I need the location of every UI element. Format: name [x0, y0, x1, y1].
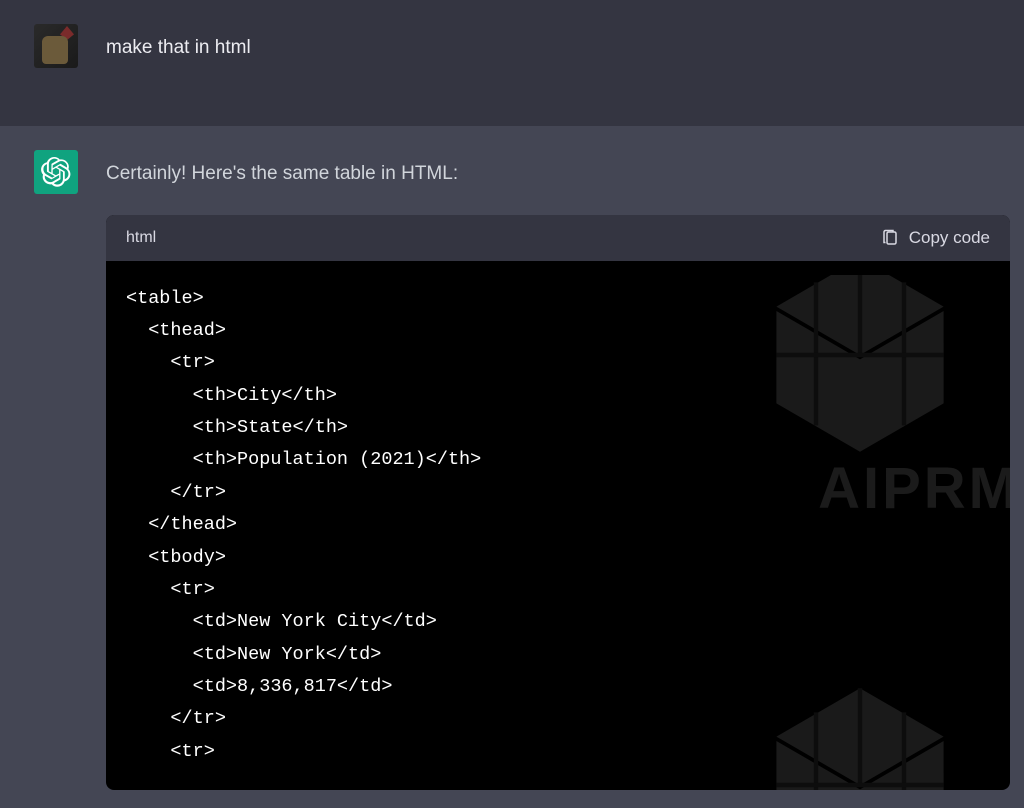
copy-code-button[interactable]: Copy code [881, 228, 990, 248]
openai-logo-icon [41, 157, 71, 187]
assistant-intro-text: Certainly! Here's the same table in HTML… [106, 150, 1010, 215]
clipboard-icon [881, 229, 899, 247]
copy-code-label: Copy code [909, 228, 990, 248]
assistant-message-body: Certainly! Here's the same table in HTML… [106, 150, 1024, 790]
code-block: html Copy code [106, 215, 1010, 791]
code-body[interactable]: <table> <thead> <tr> <th>City</th> <th>S… [106, 261, 1010, 791]
user-avatar-image [34, 24, 78, 68]
user-message-text: make that in html [106, 24, 1024, 63]
assistant-message-row: Certainly! Here's the same table in HTML… [0, 126, 1024, 808]
code-language-label: html [126, 229, 156, 247]
user-message-row: make that in html [0, 0, 1024, 126]
user-avatar [34, 24, 78, 68]
code-block-header: html Copy code [106, 215, 1010, 261]
assistant-avatar [34, 150, 78, 194]
